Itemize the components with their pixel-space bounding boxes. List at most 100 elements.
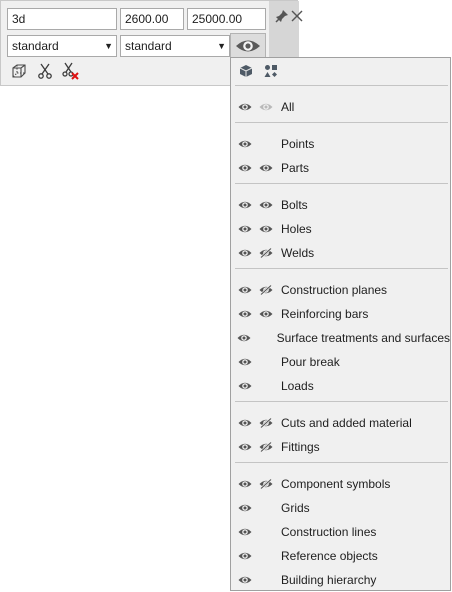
visibility-row: Holes <box>231 218 450 240</box>
detail-visibility-toggle[interactable] <box>259 200 281 210</box>
visibility-row-label: Parts <box>281 161 310 175</box>
eye-icon <box>259 201 273 209</box>
visibility-row-label: Building hierarchy <box>281 573 377 587</box>
visibility-row-label: Pour break <box>281 355 340 369</box>
view-depth-down-input[interactable]: 25000.00 <box>187 8 266 30</box>
eye-icon <box>238 552 252 560</box>
detail-visibility-toggle[interactable] <box>259 248 281 258</box>
eye-icon <box>238 225 252 233</box>
visibility-toggle[interactable] <box>231 163 259 173</box>
separator <box>235 122 448 123</box>
dropdown-arrow-icon: ▼ <box>104 41 113 51</box>
view-depth-up-input[interactable]: 2600.00 <box>120 8 184 30</box>
eye-icon <box>238 382 252 390</box>
visibility-toggle[interactable] <box>231 418 259 428</box>
detail-visibility-toggle[interactable] <box>259 224 281 234</box>
visibility-toggle[interactable] <box>231 357 259 367</box>
visibility-toggle[interactable] <box>231 503 259 513</box>
detail-visibility-toggle[interactable] <box>259 285 281 295</box>
visibility-toggle[interactable] <box>231 333 257 343</box>
eye-icon <box>238 480 252 488</box>
visibility-row-label: Points <box>281 137 315 151</box>
visibility-row: Parts <box>231 157 450 179</box>
visibility-toggle[interactable] <box>231 575 259 585</box>
eye-icon <box>259 310 273 318</box>
visibility-toggle[interactable] <box>231 285 259 295</box>
visibility-toggle[interactable] <box>231 102 259 112</box>
visibility-row: Fittings <box>231 436 450 458</box>
eye-icon <box>238 310 252 318</box>
visibility-row-label: All <box>281 100 295 114</box>
remove-clip-planes-icon[interactable] <box>61 62 79 80</box>
visibility-row-label: Cuts and added material <box>281 416 412 430</box>
detail-visibility-toggle[interactable] <box>259 309 281 319</box>
eye-off-icon <box>259 479 273 489</box>
separator <box>235 462 448 463</box>
representation-select-value: standard <box>12 39 59 53</box>
detail-visibility-toggle[interactable] <box>259 163 281 173</box>
detail-visibility-toggle[interactable] <box>259 102 281 112</box>
visibility-toggle[interactable] <box>231 139 259 149</box>
visibility-toggle[interactable] <box>231 479 259 489</box>
close-icon[interactable] <box>288 7 306 25</box>
visibility-row: Building hierarchy <box>231 569 450 591</box>
eye-icon <box>236 40 260 51</box>
visibility-toggle[interactable] <box>231 224 259 234</box>
visibility-row: Cuts and added material <box>231 412 450 434</box>
eye-icon <box>238 419 252 427</box>
visibility-row-label: Grids <box>281 501 310 515</box>
representation-select[interactable]: standard ▼ <box>7 35 117 57</box>
visibility-row-label: Construction lines <box>281 525 377 539</box>
detail-visibility-toggle[interactable] <box>259 418 281 428</box>
visibility-row: Points <box>231 133 450 155</box>
visibility-row-label: Fittings <box>281 440 320 454</box>
eye-off-icon <box>259 442 273 452</box>
eye-icon <box>259 103 273 111</box>
visibility-row: All <box>231 96 450 118</box>
visibility-row-label: Holes <box>281 222 312 236</box>
detail-visibility-toggle[interactable] <box>259 442 281 452</box>
object-types-icon[interactable] <box>262 62 280 80</box>
eye-icon <box>238 576 252 584</box>
detail-visibility-toggle[interactable] <box>259 479 281 489</box>
parts-cube-icon[interactable] <box>237 62 255 80</box>
visibility-row-label: Reinforcing bars <box>281 307 369 321</box>
visibility-row-label: Surface treatments and surfaces <box>276 331 450 345</box>
visibility-row: Pour break <box>231 351 450 373</box>
object-visibility-panel: All Points Parts Bolts Holes Welds Constructio… <box>230 57 451 591</box>
eye-icon <box>238 358 252 366</box>
visibility-toggle[interactable] <box>231 309 259 319</box>
separator <box>235 85 448 86</box>
dropdown-arrow-icon: ▼ <box>217 41 226 51</box>
panel-header <box>231 58 450 84</box>
visibility-toggle[interactable] <box>231 527 259 537</box>
clip-plane-scissors-icon[interactable] <box>36 62 54 80</box>
visibility-select-value: standard <box>125 39 172 53</box>
eye-icon <box>238 249 252 257</box>
eye-icon <box>238 504 252 512</box>
visibility-toggle[interactable] <box>231 551 259 561</box>
visibility-row: Loads <box>231 375 450 397</box>
visibility-row-label: Component symbols <box>281 477 391 491</box>
separator <box>235 183 448 184</box>
eye-off-icon <box>259 285 273 295</box>
visibility-toggle[interactable] <box>231 381 259 391</box>
visibility-row-label: Loads <box>281 379 314 393</box>
visibility-toggle[interactable] <box>231 442 259 452</box>
visibility-row: Reference objects <box>231 545 450 567</box>
view-name-input[interactable]: 3d <box>7 8 117 30</box>
visibility-row-label: Welds <box>281 246 315 260</box>
visibility-row-label: Reference objects <box>281 549 378 563</box>
eye-icon <box>259 164 273 172</box>
visibility-row: Construction planes <box>231 279 450 301</box>
work-area-box-icon[interactable] <box>10 62 28 80</box>
visibility-select[interactable]: standard ▼ <box>120 35 230 57</box>
visibility-toggle[interactable] <box>231 200 259 210</box>
eye-icon <box>238 201 252 209</box>
object-visibility-button[interactable] <box>230 33 266 58</box>
visibility-row: Bolts <box>231 194 450 216</box>
visibility-row: Grids <box>231 497 450 519</box>
visibility-toggle[interactable] <box>231 248 259 258</box>
eye-icon <box>238 443 252 451</box>
visibility-row: Reinforcing bars <box>231 303 450 325</box>
